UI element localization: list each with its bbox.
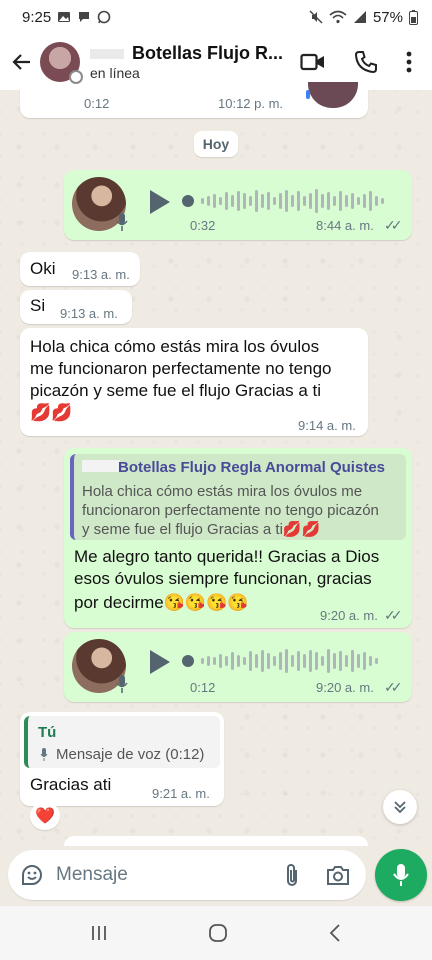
- home-icon[interactable]: [208, 923, 228, 943]
- message-text-line: picazón y seme fue el flujo Gracias a ti: [30, 381, 322, 400]
- more-options-icon[interactable]: [406, 51, 412, 73]
- message-text: Gracias ati: [30, 775, 112, 794]
- signal-icon: [353, 11, 366, 23]
- message-composer[interactable]: Mensaje: [8, 850, 366, 900]
- message-bubble-partial[interactable]: 0:12 10:12 p. m.: [20, 82, 368, 118]
- contact-avatar[interactable]: [40, 42, 83, 84]
- message-bubble[interactable]: Oki 9:13 a. m.: [20, 252, 140, 286]
- message-input[interactable]: Mensaje: [56, 864, 128, 886]
- reaction-badge[interactable]: ❤️: [30, 802, 60, 830]
- voice-duration: 0:12: [84, 96, 110, 111]
- status-time: 9:25: [22, 8, 52, 26]
- reply-message-bubble[interactable]: Tú Mensaje de voz (0:12) Gracias ati 9:2…: [20, 712, 224, 806]
- message-time: 9:13 a. m.: [72, 267, 130, 282]
- quoted-text-line: funcionaron perfectamente no tengo picaz…: [82, 502, 379, 519]
- quoted-text-line: Hola chica cómo estás mira los óvulos me: [82, 483, 363, 500]
- quoted-sender-name: Botellas Flujo Regla Anormal Quistes: [118, 459, 385, 476]
- quoted-message[interactable]: Tú Mensaje de voz (0:12): [24, 716, 220, 768]
- video-call-icon[interactable]: [300, 52, 326, 72]
- sticker-icon[interactable]: [20, 863, 44, 887]
- read-receipt-icon: ✓✓: [384, 607, 403, 623]
- whatsapp-icon: [97, 10, 111, 24]
- waveform-knob[interactable]: [182, 655, 194, 667]
- message-bubble[interactable]: Si 9:13 a. m.: [20, 290, 132, 324]
- play-button[interactable]: [150, 650, 170, 674]
- message-text-line: Hola chica cómo estás mira los óvulos: [30, 337, 320, 356]
- voice-duration: 0:12: [190, 680, 216, 695]
- mic-icon: [116, 213, 128, 231]
- message-time: 9:20 a. m.: [320, 608, 378, 623]
- quoted-text: Mensaje de voz (0:12): [56, 746, 205, 763]
- contact-name: Botellas Flujo R...: [132, 43, 284, 63]
- recent-apps-icon[interactable]: [90, 924, 108, 942]
- contact-status: en línea: [90, 65, 140, 81]
- gallery-icon: [58, 12, 71, 22]
- camera-icon[interactable]: [326, 864, 350, 886]
- reaction-emoji: ❤️: [35, 808, 55, 825]
- read-receipt-icon: ✓✓: [384, 679, 403, 695]
- back-arrow-icon[interactable]: [10, 50, 34, 74]
- back-icon[interactable]: [328, 923, 342, 943]
- date-separator: Hoy: [194, 131, 238, 157]
- mic-icon: [306, 90, 310, 99]
- quoted-text-line: y seme fue el flujo Gracias a ti💋💋: [82, 521, 321, 538]
- voice-duration: 0:32: [190, 218, 216, 233]
- battery-icon: [409, 9, 418, 25]
- message-time: 8:44 a. m.: [316, 218, 374, 233]
- message-text-line: esos óvulos siempre funcionan, gracias: [74, 569, 372, 588]
- microphone-icon: [393, 864, 409, 886]
- mute-icon: [309, 10, 323, 24]
- quoted-sender-name: Tú: [38, 724, 57, 741]
- audio-waveform[interactable]: [182, 186, 384, 216]
- message-time: 9:13 a. m.: [60, 306, 118, 321]
- status-ring-icon: [69, 70, 83, 84]
- mic-icon: [116, 675, 128, 693]
- play-button[interactable]: [150, 190, 170, 214]
- message-bubble[interactable]: Hola chica cómo estás mira los óvulos me…: [20, 328, 368, 436]
- message-text-line: por decirme😘😘😘😘: [74, 593, 249, 612]
- double-chevron-down-icon: [394, 801, 406, 814]
- voice-message-bubble[interactable]: 0:12 9:20 a. m. ✓✓: [64, 632, 412, 702]
- attach-icon[interactable]: [284, 862, 300, 888]
- chat-header: Botellas Flujo R... en línea: [0, 34, 432, 90]
- chat-notification-icon: [79, 12, 90, 22]
- message-time: 9:21 a. m.: [152, 786, 210, 801]
- message-text-line: me funcionaron perfectamente no tengo: [30, 359, 332, 378]
- audio-waveform[interactable]: [182, 646, 378, 676]
- message-time: 10:12 p. m.: [218, 96, 284, 111]
- scroll-to-bottom-button[interactable]: [383, 790, 417, 824]
- system-navigation-bar: [0, 906, 432, 960]
- message-text-line: Me alegro tanto querida!! Gracias a Dios: [74, 547, 380, 566]
- reply-message-bubble[interactable]: Botellas Flujo Regla Anormal Quistes Hol…: [64, 448, 412, 628]
- wifi-icon: [329, 10, 347, 24]
- message-emoji: 💋💋: [30, 403, 73, 422]
- redacted-name-part: [90, 49, 124, 60]
- message-text: Si: [30, 296, 46, 315]
- read-receipt-icon: ✓✓: [384, 217, 403, 233]
- redacted-name-part: [82, 460, 120, 472]
- sender-avatar: [308, 82, 358, 108]
- voice-call-icon[interactable]: [354, 50, 378, 74]
- battery-percent: 57%: [372, 8, 403, 26]
- voice-record-button[interactable]: [375, 849, 427, 901]
- voice-message-bubble[interactable]: 0:32 8:44 a. m. ✓✓: [64, 170, 412, 240]
- message-time: 9:20 a. m.: [316, 680, 374, 695]
- message-time: 9:14 a. m.: [298, 418, 356, 433]
- status-bar: 9:25 57%: [0, 0, 432, 34]
- mic-icon: [40, 748, 48, 761]
- message-text: Oki: [30, 259, 56, 278]
- contact-info[interactable]: Botellas Flujo R... en línea: [90, 43, 283, 81]
- quoted-message[interactable]: Botellas Flujo Regla Anormal Quistes Hol…: [70, 454, 406, 540]
- waveform-knob[interactable]: [182, 195, 194, 207]
- message-bubble-partial: [64, 836, 368, 846]
